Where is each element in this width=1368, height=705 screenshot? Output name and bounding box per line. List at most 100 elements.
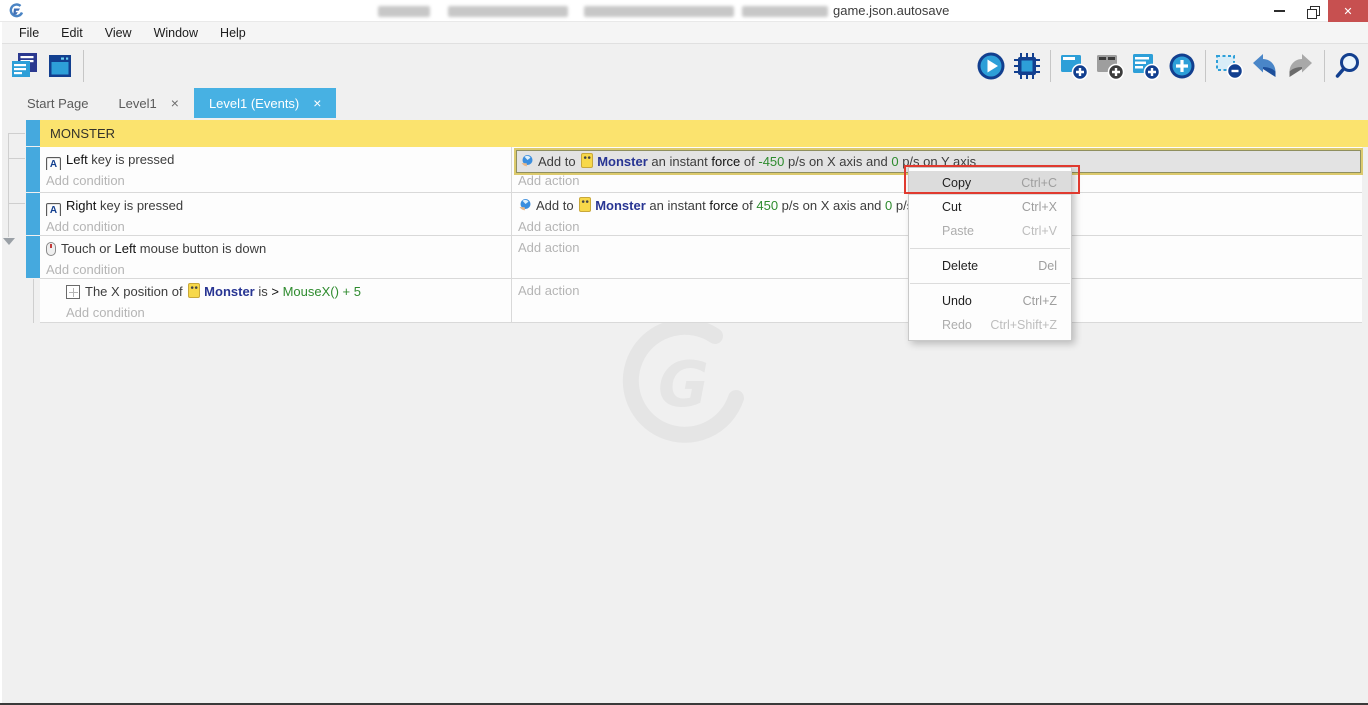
add-condition-link[interactable]: Add condition (66, 304, 145, 322)
add-action-link[interactable]: Add action (518, 282, 579, 300)
tab-label: Level1 (Events) (209, 96, 299, 111)
event-row: Touch or Left mouse button is down Add c… (40, 236, 1362, 279)
tab-close-icon[interactable]: × (171, 95, 179, 111)
context-menu-delete[interactable]: Delete Del (909, 254, 1071, 278)
menu-separator (910, 283, 1070, 284)
menu-window[interactable]: Window (143, 22, 209, 44)
undo-icon (1250, 51, 1280, 81)
add-action-link[interactable]: Add action (518, 172, 579, 190)
redo-button[interactable] (1283, 47, 1319, 85)
shortcut: Ctrl+Z (1023, 294, 1057, 308)
event-bar (26, 193, 40, 235)
sub-event-row: The X position of Monster is > MouseX() … (40, 279, 1362, 323)
window-title: game.json.autosave (833, 3, 949, 18)
collapse-caret-icon[interactable] (3, 238, 15, 245)
project-manager-icon (9, 52, 39, 80)
menu-file[interactable]: File (8, 22, 50, 44)
keyboard-icon: A (46, 157, 61, 170)
event-bar (26, 236, 40, 278)
shortcut: Ctrl+C (1021, 176, 1057, 190)
context-menu-cut[interactable]: Cut Ctrl+X (909, 195, 1071, 219)
title-bar: game.json.autosave ✕ (0, 0, 1368, 22)
search-button[interactable] (1330, 47, 1366, 85)
position-icon (66, 285, 80, 299)
shortcut: Ctrl+X (1022, 200, 1057, 214)
tree-line (8, 158, 25, 159)
condition-item[interactable]: ARight key is pressed (46, 196, 507, 216)
menu-bar: File Edit View Window Help (2, 22, 1368, 44)
tab-close-icon[interactable]: × (313, 95, 321, 111)
add-condition-link[interactable]: Add condition (46, 261, 125, 279)
tab-bar: Start Page Level1 × Level1 (Events) × (2, 88, 1368, 118)
comment-text: MONSTER (50, 126, 115, 141)
restore-icon (1307, 6, 1318, 17)
play-button[interactable] (973, 47, 1009, 85)
tab-level1-events[interactable]: Level1 (Events) × (194, 88, 337, 118)
shortcut: Ctrl+Shift+Z (990, 318, 1057, 332)
menu-view[interactable]: View (94, 22, 143, 44)
context-menu: Copy Ctrl+C Cut Ctrl+X Paste Ctrl+V Dele… (908, 167, 1072, 341)
condition-item[interactable]: ALeft key is pressed (46, 150, 507, 170)
context-menu-redo: Redo Ctrl+Shift+Z (909, 313, 1071, 337)
event-row: ALeft key is pressed Add condition Add t… (40, 147, 1362, 193)
close-button[interactable]: ✕ (1328, 0, 1368, 22)
toolbar-divider (1205, 50, 1206, 82)
context-menu-undo[interactable]: Undo Ctrl+Z (909, 289, 1071, 313)
project-manager-button[interactable] (6, 47, 42, 85)
svg-text:G: G (658, 348, 709, 421)
mouse-icon (46, 242, 56, 256)
scene-editor-button[interactable] (42, 47, 78, 85)
undo-button[interactable] (1247, 47, 1283, 85)
minimize-button[interactable] (1262, 0, 1296, 22)
tab-level1[interactable]: Level1 × (103, 88, 194, 118)
add-sub-event-icon (1095, 51, 1125, 81)
toolbar-divider (83, 50, 84, 82)
tab-label: Level1 (118, 96, 156, 111)
toolbar (2, 44, 1368, 88)
restore-button[interactable] (1296, 0, 1328, 22)
remove-selection-icon (1214, 51, 1244, 81)
minimize-icon (1274, 10, 1285, 12)
add-comment-button[interactable] (1128, 47, 1164, 85)
condition-item[interactable]: The X position of Monster is > MouseX() … (66, 282, 507, 302)
comment-row[interactable]: MONSTER (40, 120, 1368, 147)
conditions-cell: ALeft key is pressed Add condition (40, 147, 512, 192)
menu-help[interactable]: Help (209, 22, 257, 44)
redacted-title-segment (742, 6, 828, 17)
gdevelop-watermark-logo: G (612, 322, 762, 449)
keyboard-icon: A (46, 203, 61, 216)
tree-line (33, 279, 34, 323)
close-icon: ✕ (1343, 5, 1352, 18)
debug-icon (1012, 51, 1042, 81)
remove-selection-button[interactable] (1211, 47, 1247, 85)
tree-line (8, 133, 25, 134)
toolbar-divider (1324, 50, 1325, 82)
add-event-icon (1059, 51, 1089, 81)
conditions-cell: The X position of Monster is > MouseX() … (40, 279, 512, 322)
context-menu-copy[interactable]: Copy Ctrl+C (909, 171, 1071, 195)
add-action-link[interactable]: Add action (518, 218, 579, 236)
add-condition-link[interactable]: Add condition (46, 172, 125, 190)
add-comment-icon (1131, 51, 1161, 81)
play-icon (976, 51, 1006, 81)
add-condition-link[interactable]: Add condition (46, 218, 125, 236)
force-icon (518, 198, 532, 216)
add-other-button[interactable] (1164, 47, 1200, 85)
context-menu-paste: Paste Ctrl+V (909, 219, 1071, 243)
event-bar (26, 120, 40, 146)
add-circle-icon (1167, 51, 1197, 81)
shortcut: Del (1038, 259, 1057, 273)
scene-editor-icon (46, 52, 74, 80)
debug-button[interactable] (1009, 47, 1045, 85)
add-event-button[interactable] (1056, 47, 1092, 85)
tree-line (8, 203, 25, 204)
tab-label: Start Page (27, 96, 88, 111)
condition-item[interactable]: Touch or Left mouse button is down (46, 239, 507, 259)
menu-edit[interactable]: Edit (50, 22, 94, 44)
redacted-title-segment (378, 6, 430, 17)
conditions-cell: ARight key is pressed Add condition (40, 193, 512, 235)
toolbar-divider (1050, 50, 1051, 82)
tab-start-page[interactable]: Start Page (12, 88, 103, 118)
add-sub-event-button[interactable] (1092, 47, 1128, 85)
add-action-link[interactable]: Add action (518, 239, 579, 257)
